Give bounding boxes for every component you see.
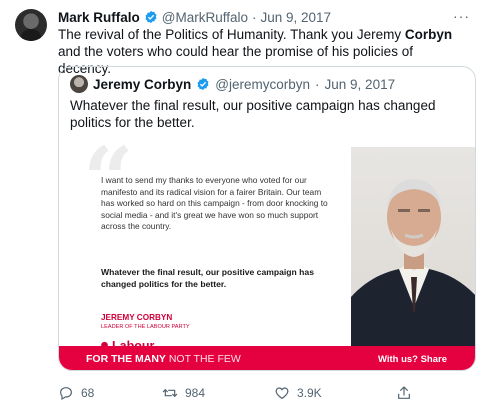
banner-slogan-thin: NOT THE FEW: [165, 353, 241, 365]
quoted-author-avatar: [70, 75, 88, 93]
poster-body-text: I want to send my thanks to everyone who…: [101, 175, 328, 232]
author-handle[interactable]: @MarkRuffalo: [162, 10, 248, 25]
retweet-button[interactable]: 984: [162, 385, 205, 401]
like-count: 3.9K: [297, 386, 322, 400]
heart-icon: [275, 387, 289, 400]
reply-button[interactable]: 68: [58, 385, 94, 401]
verified-badge-icon: [145, 10, 157, 24]
retweet-count: 984: [185, 386, 206, 400]
reply-count: 68: [81, 386, 95, 400]
banner-slogan-bold: FOR THE MANY: [86, 353, 166, 365]
portrait-photo: [351, 147, 475, 347]
dot-separator: ·: [252, 9, 257, 25]
quoted-author-name: Jeremy Corbyn: [93, 76, 192, 92]
dot-separator: ·: [315, 76, 320, 92]
portrait-illustration: [351, 179, 475, 347]
quoted-tweet-date: Jun 9, 2017: [324, 76, 396, 92]
tweet-actions: 68 984 3.9K: [58, 385, 418, 403]
poster-signature-title: LEADER OF THE LABOUR PARTY: [101, 324, 190, 330]
share-icon: [398, 386, 410, 399]
share-button[interactable]: [396, 385, 412, 401]
quoted-tweet-header: Jeremy Corbyn @jeremycorbyn · Jun 9, 201…: [70, 75, 395, 93]
author-name[interactable]: Mark Ruffalo: [58, 10, 140, 25]
author-avatar[interactable]: [15, 9, 47, 41]
banner-share-text: With us? Share: [377, 353, 447, 365]
poster-bold-text: Whatever the final result, our positive …: [101, 267, 314, 289]
poster-banner: FOR THE MANY NOT THE FEW With us? Share: [59, 346, 475, 370]
tweet-text-part1: The revival of the Politics of Humanity.…: [58, 27, 405, 42]
tweet-date[interactable]: Jun 9, 2017: [261, 10, 332, 25]
verified-badge-icon: [197, 77, 209, 91]
reply-icon: [60, 387, 72, 401]
quoted-tweet-text: Whatever the final result, our positive …: [70, 98, 436, 130]
more-options-icon[interactable]: ···: [453, 8, 470, 24]
tweet-text-bold[interactable]: Corbyn: [405, 27, 452, 42]
poster-signature-name: JEREMY CORBYN: [101, 313, 173, 322]
quoted-tweet-image[interactable]: “ I want to send my thanks to everyone w…: [59, 135, 475, 370]
retweet-icon: [162, 389, 178, 397]
like-button[interactable]: 3.9K: [274, 385, 322, 401]
quoted-tweet[interactable]: Jeremy Corbyn @jeremycorbyn · Jun 9, 201…: [58, 66, 476, 371]
quoted-author-handle: @jeremycorbyn: [215, 76, 311, 92]
tweet-header: Mark Ruffalo @MarkRuffalo · Jun 9, 2017: [58, 8, 446, 26]
banner-slogan: FOR THE MANY NOT THE FEW: [86, 353, 241, 365]
